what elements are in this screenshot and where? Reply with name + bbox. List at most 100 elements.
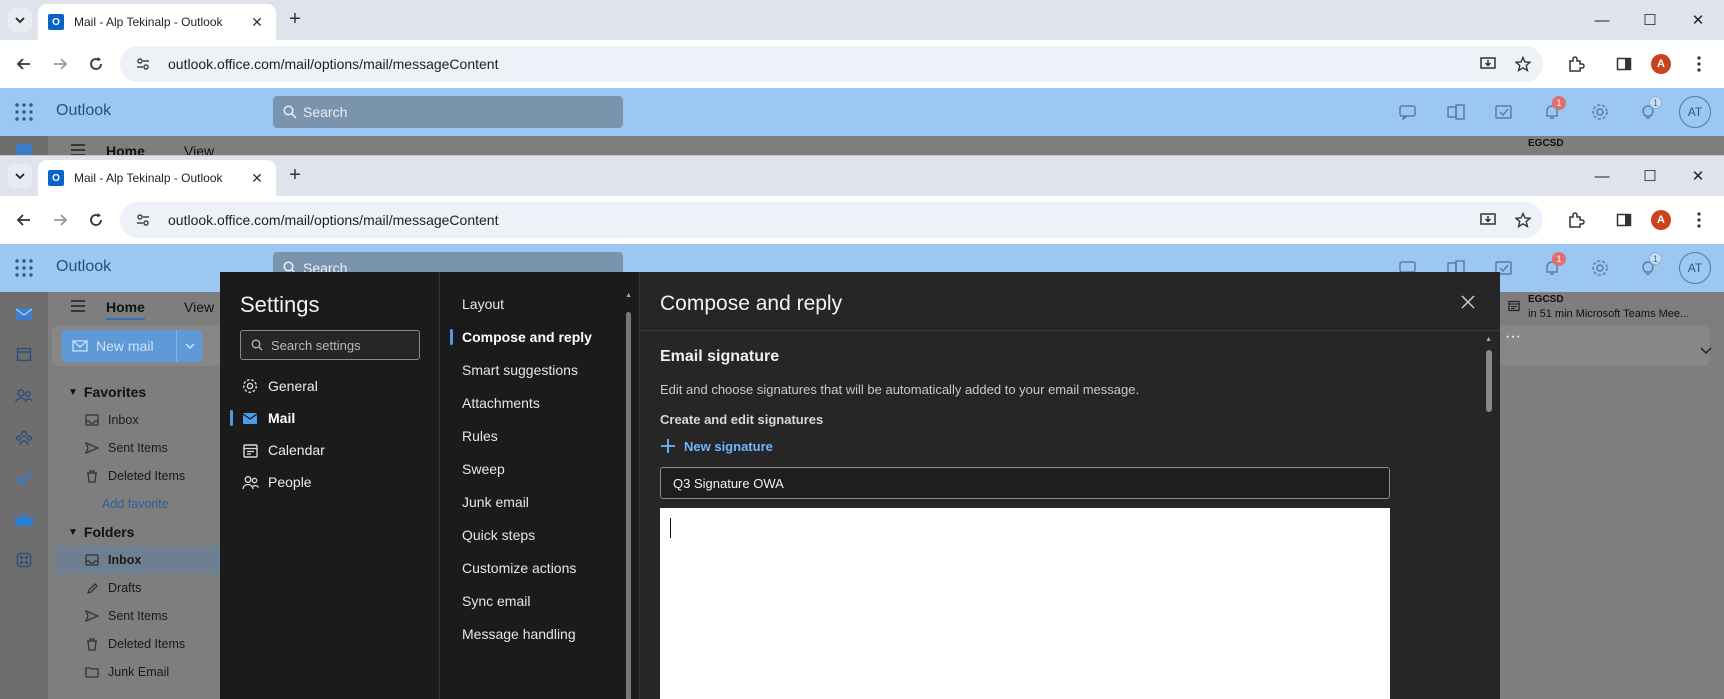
tab-home[interactable]: Home [106, 143, 145, 156]
app-launcher-icon[interactable] [14, 102, 34, 122]
close-tab-icon[interactable]: ✕ [248, 13, 266, 31]
address-bar[interactable]: outlook.office.com/mail/options/mail/mes… [120, 202, 1543, 238]
folder-deleted-items[interactable]: Deleted Items [56, 630, 220, 658]
bookmark-star-icon[interactable] [1509, 56, 1537, 72]
extensions-icon[interactable] [1564, 52, 1588, 76]
app-launcher-icon[interactable] [14, 258, 34, 278]
subcategory-compose-and-reply[interactable]: Compose and reply [450, 323, 592, 351]
more-options-icon[interactable]: ··· [1505, 328, 1521, 346]
outlook-search-box[interactable]: Search [273, 96, 623, 128]
favorite-inbox[interactable]: Inbox [56, 406, 220, 434]
settings-gear-icon[interactable] [1590, 258, 1610, 278]
forward-arrow-icon[interactable] [48, 208, 72, 232]
subcategory-sweep[interactable]: Sweep [462, 455, 505, 483]
folder-sent-items[interactable]: Sent Items [56, 602, 220, 630]
forward-arrow-icon[interactable] [48, 52, 72, 76]
new-signature-button[interactable]: New signature [660, 438, 773, 454]
close-tab-icon[interactable]: ✕ [248, 169, 266, 187]
browser-tab[interactable]: O Mail - Alp Tekinalp - Outlook ✕ [38, 160, 276, 196]
folder-junk-email[interactable]: Junk Email [56, 658, 220, 686]
user-avatar[interactable]: AT [1679, 252, 1711, 284]
favorites-header[interactable]: ▼ Favorites [56, 378, 220, 406]
reload-icon[interactable] [84, 52, 108, 76]
tab-view[interactable]: View [184, 143, 214, 156]
tab-view[interactable]: View [184, 299, 214, 315]
add-favorite-link[interactable]: Add favorite [56, 490, 220, 518]
profile-avatar[interactable]: A [1651, 54, 1671, 74]
calendar-rail-icon[interactable] [14, 344, 34, 364]
window-close-icon[interactable]: ✕ [1686, 164, 1710, 188]
content-scrollbar[interactable] [1486, 350, 1492, 412]
new-mail-button[interactable]: New mail [62, 330, 202, 362]
tips-lightbulb-icon[interactable]: 1 [1638, 96, 1662, 122]
subcategory-attachments[interactable]: Attachments [462, 389, 540, 417]
folder-drafts[interactable]: Drafts [56, 574, 220, 602]
hamburger-menu-icon[interactable] [70, 299, 86, 316]
tab-search-button[interactable] [8, 8, 32, 32]
mail-rail-icon[interactable] [14, 140, 34, 156]
back-arrow-icon[interactable] [12, 52, 36, 76]
more-apps-icon[interactable] [14, 550, 34, 570]
subcategory-smart-suggestions[interactable]: Smart suggestions [462, 356, 578, 384]
user-avatar[interactable]: AT [1679, 96, 1711, 128]
favorite-sent-items[interactable]: Sent Items [56, 434, 220, 462]
site-info-icon[interactable] [128, 212, 158, 228]
browser-menu-icon[interactable] [1687, 208, 1711, 232]
signature-editor[interactable] [660, 508, 1390, 699]
category-general[interactable]: General [240, 372, 318, 400]
subcategory-quick-steps[interactable]: Quick steps [462, 521, 535, 549]
side-panel-icon[interactable] [1612, 208, 1636, 232]
category-calendar[interactable]: Calendar [240, 436, 325, 464]
settings-search-box[interactable]: Search settings [240, 330, 420, 360]
new-mail-dropdown[interactable] [176, 330, 202, 362]
install-app-icon[interactable] [1475, 212, 1503, 228]
maximize-icon[interactable]: ☐ [1638, 164, 1662, 188]
extensions-icon[interactable] [1564, 208, 1588, 232]
minimize-icon[interactable]: — [1590, 8, 1614, 32]
install-app-icon[interactable] [1475, 56, 1503, 72]
onedrive-cloud-icon[interactable] [14, 510, 34, 530]
scroll-up-arrow-icon[interactable]: ▲ [625, 292, 632, 299]
settings-gear-icon[interactable] [1590, 102, 1610, 122]
reload-icon[interactable] [84, 208, 108, 232]
notifications-bell-icon[interactable]: 1 [1542, 96, 1566, 122]
upcoming-meeting[interactable]: EGCSD in 51 min Microsoft Teams Mee... [1500, 292, 1724, 326]
browser-tab[interactable]: O Mail - Alp Tekinalp - Outlook ✕ [38, 4, 276, 40]
subcategory-rules[interactable]: Rules [462, 422, 498, 450]
signature-name-input[interactable]: Q3 Signature OWA [660, 467, 1390, 499]
profile-avatar[interactable]: A [1651, 210, 1671, 230]
bookmark-star-icon[interactable] [1509, 212, 1537, 228]
maximize-icon[interactable]: ☐ [1638, 8, 1662, 32]
subcategory-message-handling[interactable]: Message handling [462, 620, 576, 648]
people-rail-icon[interactable] [14, 386, 34, 406]
scroll-up-arrow-icon[interactable]: ▲ [1485, 336, 1492, 343]
tab-search-button[interactable] [8, 164, 32, 188]
side-panel-icon[interactable] [1612, 52, 1636, 76]
my-day-icon[interactable] [1494, 102, 1514, 122]
back-arrow-icon[interactable] [12, 208, 36, 232]
subcategory-customize-actions[interactable]: Customize actions [462, 554, 576, 582]
hamburger-menu-icon[interactable] [70, 143, 86, 156]
notifications-bell-icon[interactable]: 1 [1542, 252, 1566, 278]
folders-header[interactable]: ▼ Folders [56, 518, 220, 546]
category-people[interactable]: People [240, 468, 312, 496]
folder-inbox[interactable]: Inbox [56, 546, 220, 574]
teams-chat-icon[interactable] [1398, 102, 1418, 122]
category-mail[interactable]: Mail [229, 404, 295, 432]
subcategory-sync-email[interactable]: Sync email [462, 587, 530, 615]
mail-rail-icon[interactable] [14, 304, 34, 324]
subcategory-scrollbar[interactable] [626, 312, 631, 699]
new-tab-button[interactable]: + [284, 9, 306, 31]
new-tab-button[interactable]: + [284, 165, 306, 187]
ribbon-expand-chevron-icon[interactable] [1700, 344, 1712, 358]
browser-menu-icon[interactable] [1687, 52, 1711, 76]
subcategory-layout[interactable]: Layout [462, 290, 504, 318]
close-icon[interactable] [1458, 292, 1478, 312]
tab-home[interactable]: Home [106, 299, 145, 320]
office-apps-icon[interactable] [1446, 102, 1466, 122]
tips-lightbulb-icon[interactable]: 1 [1638, 252, 1662, 278]
upcoming-meeting[interactable]: EGCSD [1500, 136, 1724, 156]
subcategory-junk-email[interactable]: Junk email [462, 488, 529, 516]
favorite-deleted-items[interactable]: Deleted Items [56, 462, 220, 490]
window-close-icon[interactable]: ✕ [1686, 8, 1710, 32]
